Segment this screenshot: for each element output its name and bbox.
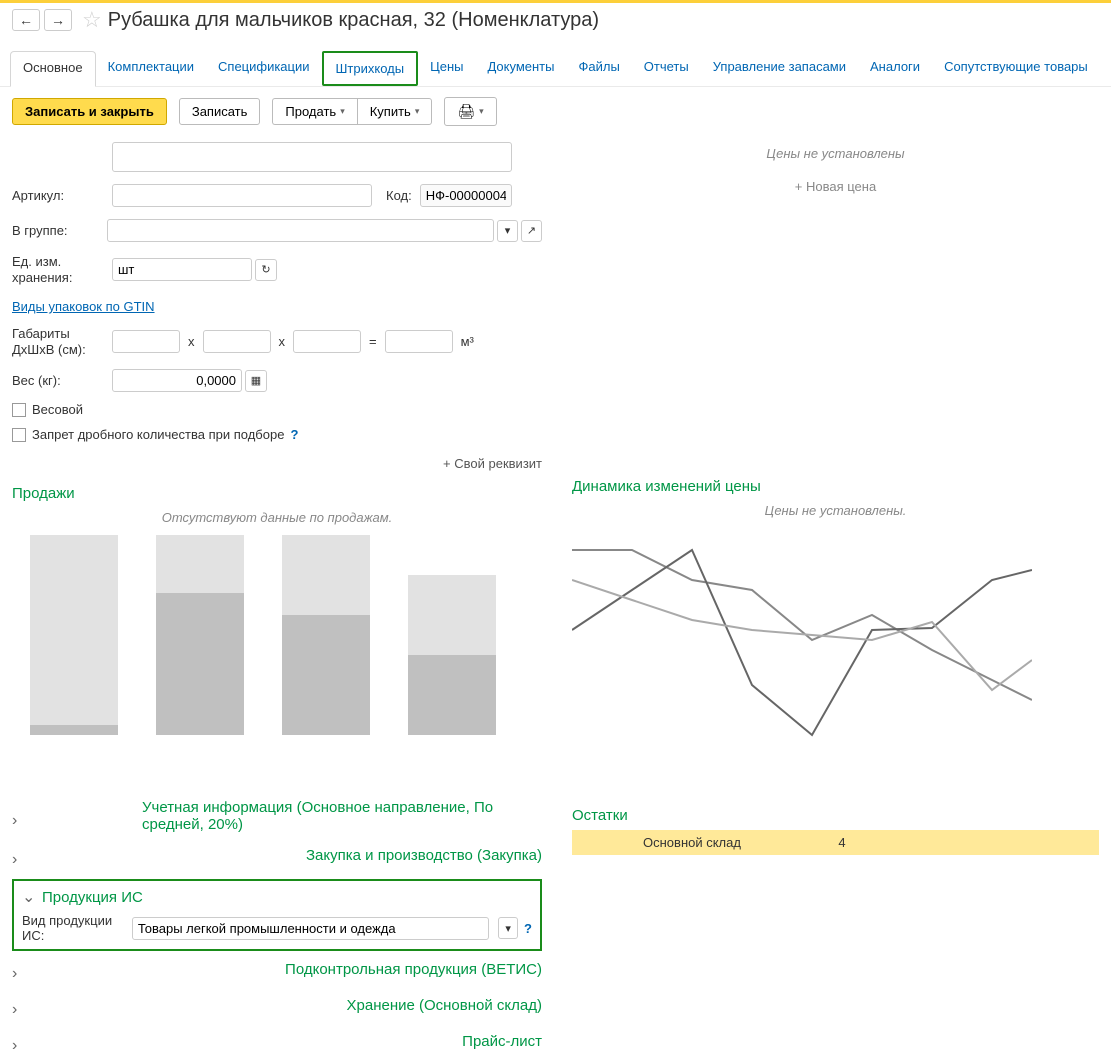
- price-dynamics-nodata: Цены не установлены.: [572, 503, 1099, 518]
- is-product-section: Продукция ИС Вид продукции ИС: ▾ ?: [12, 879, 542, 951]
- tab-stock-mgmt[interactable]: Управление запасами: [701, 51, 858, 86]
- weighable-checkbox[interactable]: [12, 403, 26, 417]
- sales-title: Продажи: [12, 485, 542, 502]
- acc-vetis[interactable]: Подконтрольная продукция (ВЕТИС): [12, 951, 542, 987]
- chevron-right-icon: [12, 991, 341, 1019]
- chevron-right-icon: [12, 955, 279, 983]
- dimensions-label: Габариты ДxШxВ (см):: [12, 326, 112, 357]
- article-label: Артикул:: [12, 188, 112, 203]
- price-dynamics-title: Динамика изменений цены: [572, 478, 1099, 495]
- tab-bar: Основное Комплектации Спецификации Штрих…: [0, 45, 1111, 87]
- stock-row[interactable]: Основной склад 4: [572, 830, 1099, 855]
- tab-reports[interactable]: Отчеты: [632, 51, 701, 86]
- weighable-label: Весовой: [32, 402, 83, 417]
- tab-analogs[interactable]: Аналоги: [858, 51, 932, 86]
- name-input[interactable]: [112, 142, 512, 172]
- sell-button[interactable]: Продать: [272, 98, 356, 125]
- tab-related[interactable]: Сопутствующие товары: [932, 51, 1100, 86]
- is-type-dropdown-icon[interactable]: ▾: [498, 917, 518, 939]
- tab-documents[interactable]: Документы: [475, 51, 566, 86]
- acc-is-product[interactable]: Продукция ИС: [22, 887, 532, 907]
- acc-accounting[interactable]: Учетная информация (Основное направление…: [12, 795, 542, 837]
- new-price-link[interactable]: + Новая цена: [572, 179, 1099, 194]
- weight-label: Вес (кг):: [12, 373, 112, 388]
- tab-specs[interactable]: Спецификации: [206, 51, 322, 86]
- stock-warehouse: Основной склад: [582, 835, 802, 850]
- is-type-label: Вид продукции ИС:: [22, 913, 126, 943]
- star-icon[interactable]: ☆: [82, 7, 102, 33]
- acc-storage[interactable]: Хранение (Основной склад): [12, 987, 542, 1023]
- is-type-input[interactable]: [132, 917, 489, 940]
- buy-button[interactable]: Купить: [357, 98, 433, 125]
- tab-prices[interactable]: Цены: [418, 51, 475, 86]
- unit-input[interactable]: [112, 258, 252, 281]
- stock-qty: 4: [802, 835, 882, 850]
- dim-length-input[interactable]: [112, 330, 180, 353]
- add-custom-field-link[interactable]: + Свой реквизит: [443, 456, 542, 471]
- unit-history-icon[interactable]: ↻: [255, 259, 277, 281]
- stock-title: Остатки: [572, 807, 1099, 824]
- weight-input[interactable]: [112, 369, 242, 392]
- group-input[interactable]: [107, 219, 494, 242]
- nav-forward-button[interactable]: →: [44, 9, 72, 31]
- code-label: Код:: [386, 188, 412, 203]
- prices-notset: Цены не установлены: [572, 146, 1099, 161]
- acc-purchase[interactable]: Закупка и производство (Закупка): [12, 837, 542, 873]
- unit-label: Ед. изм. хранения:: [12, 254, 112, 285]
- group-dropdown-icon[interactable]: ▾: [497, 220, 518, 242]
- save-button[interactable]: Записать: [179, 98, 261, 125]
- tab-main[interactable]: Основное: [10, 51, 96, 87]
- group-open-icon[interactable]: ↗: [521, 220, 542, 242]
- tab-kits[interactable]: Комплектации: [96, 51, 206, 86]
- print-button[interactable]: [444, 97, 496, 126]
- weight-calc-icon[interactable]: ▦: [245, 370, 267, 392]
- acc-pricelist[interactable]: Прайс-лист: [12, 1023, 542, 1059]
- chevron-down-icon: [22, 887, 36, 907]
- dim-height-input[interactable]: [293, 330, 361, 353]
- dim-width-input[interactable]: [203, 330, 271, 353]
- chevron-right-icon: [12, 1027, 456, 1055]
- save-close-button[interactable]: Записать и закрыть: [12, 98, 167, 125]
- page-title: Рубашка для мальчиков красная, 32 (Номен…: [108, 9, 599, 32]
- sales-nodata: Отсутствуют данные по продажам.: [12, 510, 542, 525]
- tab-accounts[interactable]: Счета учета: [1100, 51, 1111, 86]
- no-fractional-label: Запрет дробного количества при подборе: [32, 427, 284, 442]
- is-help-icon[interactable]: ?: [524, 921, 532, 936]
- price-line-chart: [572, 530, 1032, 740]
- tab-barcodes[interactable]: Штрихкоды: [322, 51, 419, 86]
- tab-files[interactable]: Файлы: [566, 51, 631, 86]
- nav-back-button[interactable]: ←: [12, 9, 40, 31]
- help-icon[interactable]: ?: [290, 427, 298, 442]
- article-input[interactable]: [112, 184, 372, 207]
- gtin-link[interactable]: Виды упаковок по GTIN: [12, 299, 155, 314]
- sales-chart: [12, 535, 542, 735]
- code-input[interactable]: [420, 184, 512, 207]
- chevron-right-icon: [12, 841, 300, 869]
- print-icon: [457, 103, 475, 120]
- chevron-right-icon: [12, 802, 136, 830]
- no-fractional-checkbox[interactable]: [12, 428, 26, 442]
- group-label: В группе:: [12, 223, 107, 238]
- dim-volume-input[interactable]: [385, 330, 453, 353]
